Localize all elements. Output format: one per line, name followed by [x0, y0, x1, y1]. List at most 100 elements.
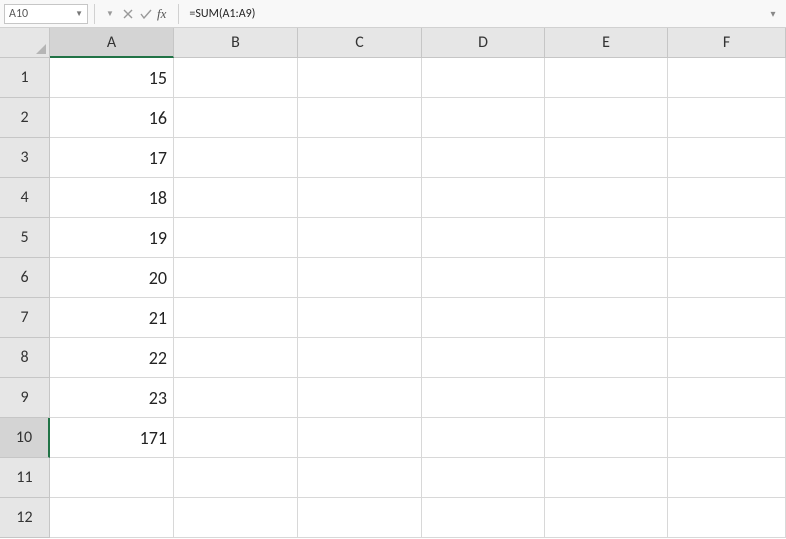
cell-D3[interactable]	[422, 138, 545, 178]
cell-F8[interactable]	[668, 338, 786, 378]
name-box[interactable]: A10 ▼	[4, 4, 88, 24]
cell-E1[interactable]	[545, 58, 668, 98]
select-all-corner[interactable]	[0, 28, 50, 58]
cell-B7[interactable]	[174, 298, 298, 338]
cell-E12[interactable]	[545, 498, 668, 538]
cell-B4[interactable]	[174, 178, 298, 218]
chevron-down-icon[interactable]: ▼	[75, 9, 83, 19]
column-header-E[interactable]: E	[545, 28, 668, 58]
formula-input[interactable]	[185, 3, 764, 25]
cell-F5[interactable]	[668, 218, 786, 258]
cell-E2[interactable]	[545, 98, 668, 138]
cell-B10[interactable]	[174, 418, 298, 458]
cell-D2[interactable]	[422, 98, 545, 138]
cell-E3[interactable]	[545, 138, 668, 178]
cell-F3[interactable]	[668, 138, 786, 178]
cell-D5[interactable]	[422, 218, 545, 258]
enter-icon[interactable]	[137, 4, 155, 24]
cell-F1[interactable]	[668, 58, 786, 98]
cell-F11[interactable]	[668, 458, 786, 498]
column-header-A[interactable]: A	[50, 28, 174, 58]
cell-A10[interactable]: 171	[50, 418, 174, 458]
cell-F7[interactable]	[668, 298, 786, 338]
cell-A6[interactable]: 20	[50, 258, 174, 298]
cell-D1[interactable]	[422, 58, 545, 98]
cell-D8[interactable]	[422, 338, 545, 378]
cell-D6[interactable]	[422, 258, 545, 298]
cell-D10[interactable]	[422, 418, 545, 458]
cell-E7[interactable]	[545, 298, 668, 338]
cell-D11[interactable]	[422, 458, 545, 498]
cell-D7[interactable]	[422, 298, 545, 338]
cell-E9[interactable]	[545, 378, 668, 418]
cell-F9[interactable]	[668, 378, 786, 418]
fx-dropdown-icon[interactable]: ▼	[101, 4, 119, 24]
cell-D12[interactable]	[422, 498, 545, 538]
cell-C4[interactable]	[298, 178, 422, 218]
row-header-3[interactable]: 3	[0, 138, 50, 178]
cell-C9[interactable]	[298, 378, 422, 418]
cell-B6[interactable]	[174, 258, 298, 298]
cell-B8[interactable]	[174, 338, 298, 378]
row-header-7[interactable]: 7	[0, 298, 50, 338]
cell-C11[interactable]	[298, 458, 422, 498]
cell-F10[interactable]	[668, 418, 786, 458]
cell-C1[interactable]	[298, 58, 422, 98]
cell-B9[interactable]	[174, 378, 298, 418]
row-header-10[interactable]: 10	[0, 418, 50, 458]
row-header-1[interactable]: 1	[0, 58, 50, 98]
cell-E11[interactable]	[545, 458, 668, 498]
cell-E8[interactable]	[545, 338, 668, 378]
cell-A5[interactable]: 19	[50, 218, 174, 258]
cell-C10[interactable]	[298, 418, 422, 458]
cell-B3[interactable]	[174, 138, 298, 178]
column-header-C[interactable]: C	[298, 28, 422, 58]
cancel-icon[interactable]	[119, 4, 137, 24]
row-header-4[interactable]: 4	[0, 178, 50, 218]
cell-E10[interactable]	[545, 418, 668, 458]
cell-E6[interactable]	[545, 258, 668, 298]
cell-F12[interactable]	[668, 498, 786, 538]
cell-A12[interactable]	[50, 498, 174, 538]
cell-F6[interactable]	[668, 258, 786, 298]
cell-B11[interactable]	[174, 458, 298, 498]
cell-C8[interactable]	[298, 338, 422, 378]
row-header-12[interactable]: 12	[0, 498, 50, 538]
cell-E4[interactable]	[545, 178, 668, 218]
cell-F2[interactable]	[668, 98, 786, 138]
column-header-F[interactable]: F	[668, 28, 786, 58]
row-header-5[interactable]: 5	[0, 218, 50, 258]
row-header-6[interactable]: 6	[0, 258, 50, 298]
column-header-B[interactable]: B	[174, 28, 298, 58]
cell-A4[interactable]: 18	[50, 178, 174, 218]
cell-B12[interactable]	[174, 498, 298, 538]
cell-A11[interactable]	[50, 458, 174, 498]
row-header-8[interactable]: 8	[0, 338, 50, 378]
cell-A3[interactable]: 17	[50, 138, 174, 178]
cell-A2[interactable]: 16	[50, 98, 174, 138]
cell-D4[interactable]	[422, 178, 545, 218]
cell-D9[interactable]	[422, 378, 545, 418]
cell-C7[interactable]	[298, 298, 422, 338]
cell-E5[interactable]	[545, 218, 668, 258]
row-header-11[interactable]: 11	[0, 458, 50, 498]
fx-label[interactable]: fx	[157, 6, 166, 22]
cell-F4[interactable]	[668, 178, 786, 218]
cell-B2[interactable]	[174, 98, 298, 138]
row-header-2[interactable]: 2	[0, 98, 50, 138]
cell-B5[interactable]	[174, 218, 298, 258]
cell-C3[interactable]	[298, 138, 422, 178]
cell-C2[interactable]	[298, 98, 422, 138]
cell-C12[interactable]	[298, 498, 422, 538]
expand-formula-bar-icon[interactable]: ▾	[764, 4, 782, 24]
column-header-D[interactable]: D	[422, 28, 545, 58]
cell-C6[interactable]	[298, 258, 422, 298]
cell-A1[interactable]: 15	[50, 58, 174, 98]
cell-B1[interactable]	[174, 58, 298, 98]
cell-A8[interactable]: 22	[50, 338, 174, 378]
cell-A7[interactable]: 21	[50, 298, 174, 338]
spreadsheet-grid[interactable]: Editing the formula to resolve circular …	[0, 28, 786, 539]
cell-A9[interactable]: 23	[50, 378, 174, 418]
cell-C5[interactable]	[298, 218, 422, 258]
row-header-9[interactable]: 9	[0, 378, 50, 418]
